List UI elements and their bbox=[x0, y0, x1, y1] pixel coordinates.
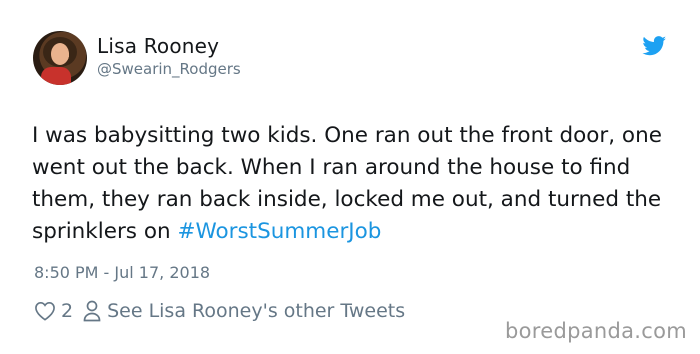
user-handle[interactable]: @Swearin_Rodgers bbox=[97, 60, 241, 78]
watermark: boredpanda.com bbox=[505, 319, 688, 343]
tweet-timestamp[interactable]: 8:50 PM - Jul 17, 2018 bbox=[34, 263, 210, 282]
person-icon bbox=[83, 300, 101, 322]
avatar-face bbox=[51, 43, 69, 65]
user-name[interactable]: Lisa Rooney bbox=[97, 34, 219, 58]
twitter-bird-icon[interactable] bbox=[642, 36, 667, 56]
hashtag-link[interactable]: #WorstSummerJob bbox=[177, 219, 381, 244]
like-count: 2 bbox=[61, 300, 74, 322]
avatar-shirt bbox=[41, 67, 71, 85]
other-tweets-link[interactable]: See Lisa Rooney's other Tweets bbox=[107, 300, 405, 322]
heart-icon[interactable] bbox=[34, 301, 56, 321]
tweet-actions: 2 See Lisa Rooney's other Tweets bbox=[34, 298, 405, 324]
tweet-card: Lisa Rooney @Swearin_Rodgers I was babys… bbox=[0, 0, 700, 354]
avatar[interactable] bbox=[33, 31, 87, 85]
tweet-text: I was babysitting two kids. One ran out … bbox=[32, 120, 682, 248]
